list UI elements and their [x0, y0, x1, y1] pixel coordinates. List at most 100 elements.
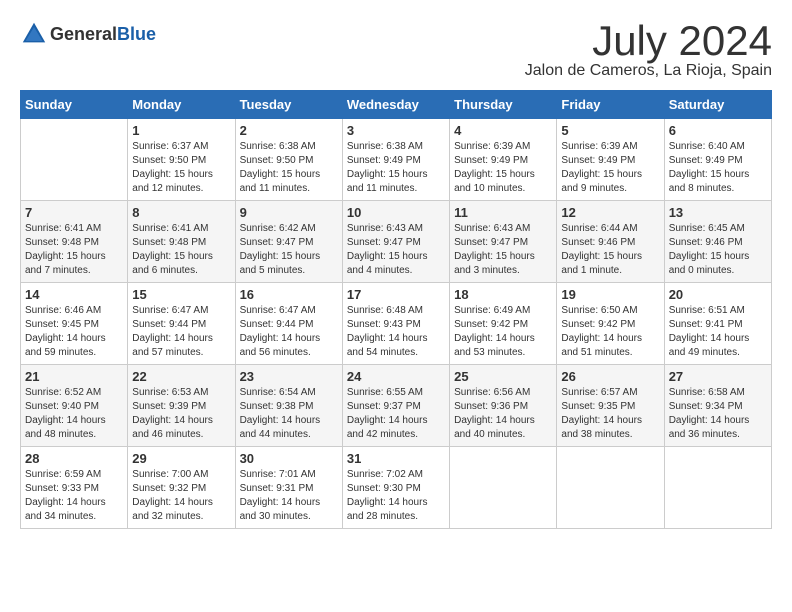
- day-number: 10: [347, 205, 445, 220]
- day-info: Sunrise: 6:47 AMSunset: 9:44 PMDaylight:…: [132, 304, 230, 360]
- day-info: Sunrise: 6:45 AMSunset: 9:46 PMDaylight:…: [669, 222, 767, 278]
- day-header-saturday: Saturday: [664, 91, 771, 119]
- title-section: July 2024 Jalon de Cameros, La Rioja, Sp…: [525, 20, 772, 80]
- calendar-cell: 21 Sunrise: 6:52 AMSunset: 9:40 PMDayligh…: [21, 365, 128, 447]
- day-number: 25: [454, 369, 552, 384]
- day-info: Sunrise: 7:00 AMSunset: 9:32 PMDaylight:…: [132, 468, 230, 524]
- day-info: Sunrise: 6:50 AMSunset: 9:42 PMDaylight:…: [561, 304, 659, 360]
- calendar-cell: 28 Sunrise: 6:59 AMSunset: 9:33 PMDayligh…: [21, 447, 128, 529]
- calendar-cell: 9Sunrise: 6:42 AMSunset: 9:47 PMDaylight…: [235, 201, 342, 283]
- day-header-monday: Monday: [128, 91, 235, 119]
- day-number: 16: [240, 287, 338, 302]
- day-header-sunday: Sunday: [21, 91, 128, 119]
- calendar-cell: 17Sunrise: 6:48 AMSunset: 9:43 PMDayligh…: [342, 283, 449, 365]
- calendar-cell: 4Sunrise: 6:39 AMSunset: 9:49 PMDaylight…: [450, 119, 557, 201]
- day-info: Sunrise: 6:59 AMSunset: 9:33 PMDaylight:…: [25, 468, 123, 524]
- calendar-cell: 30 Sunrise: 7:01 AMSunset: 9:31 PMDayligh…: [235, 447, 342, 529]
- day-info: Sunrise: 6:43 AMSunset: 9:47 PMDaylight:…: [454, 222, 552, 278]
- day-info: Sunrise: 6:58 AMSunset: 9:34 PMDaylight:…: [669, 386, 767, 442]
- calendar-cell: 15 Sunrise: 6:47 AMSunset: 9:44 PMDayligh…: [128, 283, 235, 365]
- day-number: 2: [240, 123, 338, 138]
- calendar-cell: 2 Sunrise: 6:38 AMSunset: 9:50 PMDaylight…: [235, 119, 342, 201]
- day-number: 5: [561, 123, 659, 138]
- day-number: 7: [25, 205, 123, 220]
- day-info: Sunrise: 6:43 AMSunset: 9:47 PMDaylight:…: [347, 222, 445, 278]
- calendar-cell: [664, 447, 771, 529]
- day-header-thursday: Thursday: [450, 91, 557, 119]
- calendar-cell: 3 Sunrise: 6:38 AMSunset: 9:49 PMDaylight…: [342, 119, 449, 201]
- day-number: 19: [561, 287, 659, 302]
- calendar-cell: 31 Sunrise: 7:02 AMSunset: 9:30 PMDayligh…: [342, 447, 449, 529]
- calendar-cell: 6 Sunrise: 6:40 AMSunset: 9:49 PMDaylight…: [664, 119, 771, 201]
- day-info: Sunrise: 6:40 AMSunset: 9:49 PMDaylight:…: [669, 140, 767, 196]
- day-info: Sunrise: 6:54 AMSunset: 9:38 PMDaylight:…: [240, 386, 338, 442]
- day-info: Sunrise: 6:37 AMSunset: 9:50 PMDaylight:…: [132, 140, 230, 196]
- week-row-5: 28 Sunrise: 6:59 AMSunset: 9:33 PMDayligh…: [21, 447, 772, 529]
- day-info: Sunrise: 6:41 AMSunset: 9:48 PMDaylight:…: [132, 222, 230, 278]
- day-number: 6: [669, 123, 767, 138]
- day-info: Sunrise: 6:38 AMSunset: 9:49 PMDaylight:…: [347, 140, 445, 196]
- day-info: Sunrise: 6:55 AMSunset: 9:37 PMDaylight:…: [347, 386, 445, 442]
- week-row-2: 7 Sunrise: 6:41 AMSunset: 9:48 PMDaylight…: [21, 201, 772, 283]
- calendar-cell: 14 Sunrise: 6:46 AMSunset: 9:45 PMDayligh…: [21, 283, 128, 365]
- logo: GeneralBlue: [20, 20, 156, 48]
- day-header-tuesday: Tuesday: [235, 91, 342, 119]
- calendar-cell: 10 Sunrise: 6:43 AMSunset: 9:47 PMDayligh…: [342, 201, 449, 283]
- week-row-3: 14 Sunrise: 6:46 AMSunset: 9:45 PMDayligh…: [21, 283, 772, 365]
- calendar-cell: 24Sunrise: 6:55 AMSunset: 9:37 PMDayligh…: [342, 365, 449, 447]
- day-number: 21: [25, 369, 123, 384]
- day-header-wednesday: Wednesday: [342, 91, 449, 119]
- calendar-cell: [21, 119, 128, 201]
- page-header: GeneralBlue July 2024 Jalon de Cameros, …: [20, 20, 772, 80]
- calendar-cell: 23 Sunrise: 6:54 AMSunset: 9:38 PMDayligh…: [235, 365, 342, 447]
- day-info: Sunrise: 7:02 AMSunset: 9:30 PMDaylight:…: [347, 468, 445, 524]
- day-number: 28: [25, 451, 123, 466]
- day-number: 13: [669, 205, 767, 220]
- day-info: Sunrise: 6:49 AMSunset: 9:42 PMDaylight:…: [454, 304, 552, 360]
- day-number: 18: [454, 287, 552, 302]
- day-number: 1: [132, 123, 230, 138]
- calendar-cell: 7Sunrise: 6:41 AMSunset: 9:48 PMDaylight…: [21, 201, 128, 283]
- calendar-cell: 19 Sunrise: 6:50 AMSunset: 9:42 PMDayligh…: [557, 283, 664, 365]
- calendar-cell: 25 Sunrise: 6:56 AMSunset: 9:36 PMDayligh…: [450, 365, 557, 447]
- day-number: 14: [25, 287, 123, 302]
- day-info: Sunrise: 6:57 AMSunset: 9:35 PMDaylight:…: [561, 386, 659, 442]
- calendar-table: SundayMondayTuesdayWednesdayThursdayFrid…: [20, 90, 772, 529]
- day-number: 15: [132, 287, 230, 302]
- calendar-cell: [557, 447, 664, 529]
- week-row-4: 21 Sunrise: 6:52 AMSunset: 9:40 PMDayligh…: [21, 365, 772, 447]
- day-info: Sunrise: 6:38 AMSunset: 9:50 PMDaylight:…: [240, 140, 338, 196]
- day-info: Sunrise: 7:01 AMSunset: 9:31 PMDaylight:…: [240, 468, 338, 524]
- day-number: 9: [240, 205, 338, 220]
- day-number: 29: [132, 451, 230, 466]
- day-info: Sunrise: 6:47 AMSunset: 9:44 PMDaylight:…: [240, 304, 338, 360]
- day-header-friday: Friday: [557, 91, 664, 119]
- calendar-cell: [450, 447, 557, 529]
- calendar-cell: 11 Sunrise: 6:43 AMSunset: 9:47 PMDayligh…: [450, 201, 557, 283]
- location-title: Jalon de Cameros, La Rioja, Spain: [525, 62, 772, 80]
- logo-general-text: General: [50, 24, 117, 44]
- calendar-cell: 18 Sunrise: 6:49 AMSunset: 9:42 PMDayligh…: [450, 283, 557, 365]
- day-info: Sunrise: 6:52 AMSunset: 9:40 PMDaylight:…: [25, 386, 123, 442]
- calendar-cell: 22Sunrise: 6:53 AMSunset: 9:39 PMDayligh…: [128, 365, 235, 447]
- day-info: Sunrise: 6:39 AMSunset: 9:49 PMDaylight:…: [454, 140, 552, 196]
- day-number: 27: [669, 369, 767, 384]
- day-number: 31: [347, 451, 445, 466]
- calendar-cell: 8Sunrise: 6:41 AMSunset: 9:48 PMDaylight…: [128, 201, 235, 283]
- logo-blue-text: Blue: [117, 24, 156, 44]
- calendar-cell: 16 Sunrise: 6:47 AMSunset: 9:44 PMDayligh…: [235, 283, 342, 365]
- day-number: 22: [132, 369, 230, 384]
- day-info: Sunrise: 6:48 AMSunset: 9:43 PMDaylight:…: [347, 304, 445, 360]
- day-number: 30: [240, 451, 338, 466]
- day-number: 11: [454, 205, 552, 220]
- day-info: Sunrise: 6:46 AMSunset: 9:45 PMDaylight:…: [25, 304, 123, 360]
- calendar-cell: 26Sunrise: 6:57 AMSunset: 9:35 PMDayligh…: [557, 365, 664, 447]
- logo-icon: [20, 20, 48, 48]
- calendar-cell: 1 Sunrise: 6:37 AMSunset: 9:50 PMDaylight…: [128, 119, 235, 201]
- day-info: Sunrise: 6:51 AMSunset: 9:41 PMDaylight:…: [669, 304, 767, 360]
- calendar-cell: 12Sunrise: 6:44 AMSunset: 9:46 PMDayligh…: [557, 201, 664, 283]
- day-number: 3: [347, 123, 445, 138]
- day-info: Sunrise: 6:44 AMSunset: 9:46 PMDaylight:…: [561, 222, 659, 278]
- day-number: 23: [240, 369, 338, 384]
- day-info: Sunrise: 6:56 AMSunset: 9:36 PMDaylight:…: [454, 386, 552, 442]
